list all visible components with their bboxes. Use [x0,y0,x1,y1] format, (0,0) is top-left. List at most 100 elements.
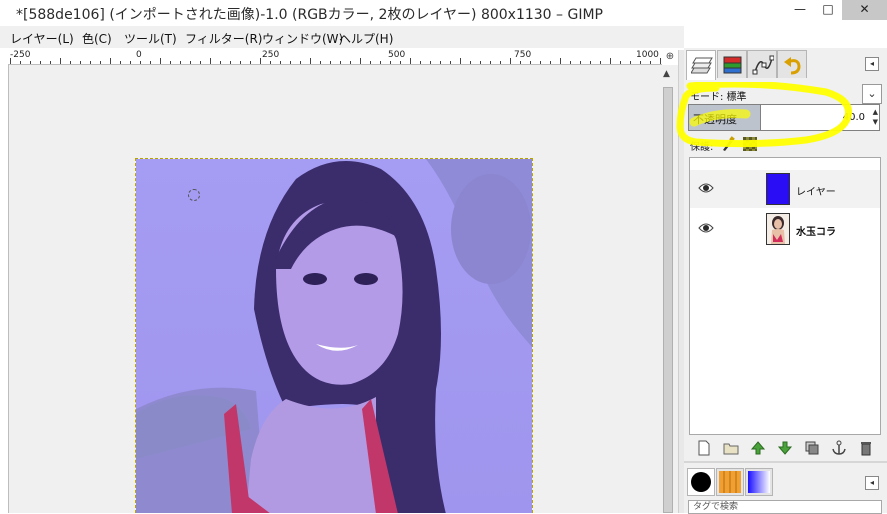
brushes-icon [691,472,711,492]
dock-tab-bar: ◂ [684,48,887,80]
menu-colors[interactable]: 色(C) [82,30,112,47]
close-button[interactable]: ✕ [842,0,887,20]
opacity-spinner-icon[interactable]: ▲ ▼ [873,107,878,127]
ruler-tick [620,61,621,64]
ruler-tick [40,61,41,64]
menu-layer[interactable]: レイヤー(L) [10,30,74,47]
lock-pixels-brush-icon[interactable] [720,136,736,152]
ruler-label: -250 [10,50,31,60]
tag-search-input[interactable]: タグで検索 [688,500,882,514]
eye-icon[interactable] [698,182,714,194]
eye-icon[interactable] [698,222,714,234]
ruler-tick [630,61,631,64]
ruler-tick [530,61,531,64]
tab-patterns[interactable] [716,468,744,496]
patterns-icon [719,471,741,493]
ruler-tick [370,61,371,64]
ruler-tick [10,58,11,64]
ruler-tick [340,61,341,64]
vertical-scrollbar[interactable]: ▲ [658,65,678,513]
menu-help[interactable]: ヘルプ(H) [339,30,393,47]
lock-alpha-icon[interactable] [743,137,757,151]
delete-layer-icon[interactable] [858,440,874,456]
ruler-tick [260,58,261,64]
navigate-icon[interactable]: ⊕ [664,50,676,63]
ruler-tick [350,61,351,64]
ruler-tick [550,61,551,64]
channels-icon [723,56,742,74]
ruler-tick [160,58,161,64]
layers-list: レイヤー 水玉コラ [689,157,881,435]
ruler-tick [590,61,591,64]
tab-brushes[interactable] [687,468,715,496]
ruler-tick [320,61,321,64]
maximize-button[interactable]: □ [814,0,842,20]
tab-channels[interactable] [717,50,747,78]
image-canvas[interactable] [135,158,533,513]
ruler-tick [400,61,401,64]
lower-layer-icon[interactable] [777,440,793,456]
ruler-tick [430,61,431,64]
mode-dropdown[interactable]: ⌄ [862,84,882,104]
ruler-label: 250 [262,50,280,60]
ruler-tick [610,58,611,64]
ruler-tick [150,61,151,64]
ruler-tick [460,58,461,64]
ruler-tick [470,61,471,64]
vertical-scroll-thumb[interactable] [663,87,673,513]
crosshair-cursor-icon [188,189,200,201]
ruler-label: 0 [136,50,142,60]
opacity-value[interactable]: 40.0 [843,112,865,123]
ruler-tick [600,61,601,64]
opacity-slider[interactable]: 不透明度 40.0 ▲ ▼ [688,104,880,131]
ruler-tick [240,61,241,64]
menu-filters[interactable]: フィルター(R) [185,30,262,47]
dock-divider[interactable] [684,461,887,463]
ruler-label: 1000 [636,50,659,60]
raise-layer-icon[interactable] [750,440,766,456]
dock-menu-button[interactable]: ◂ [865,57,879,71]
new-layer-icon[interactable] [696,440,712,456]
layers-dock: ◂ モード: 標準 ⌄ 不透明度 40.0 ▲ ▼ 保護: レイヤー 水玉コラ … [684,48,887,514]
ruler-tick [220,61,221,64]
layer-row[interactable]: 水玉コラ [690,210,880,248]
duplicate-layer-icon[interactable] [804,440,820,456]
ruler-corner [0,50,8,64]
new-layer-group-icon[interactable] [723,440,739,456]
menu-bar: レイヤー(L) 色(C) ツール(T) フィルター(R) ウィンドウ(W) ヘル… [0,26,684,48]
brush-dock-menu-button[interactable]: ◂ [865,476,879,490]
ruler-tick [80,61,81,64]
layer-thumbnail[interactable] [766,173,790,205]
window-title: *[588de106] (インポートされた画像)-1.0 (RGBカラー, 2枚… [16,7,603,23]
tab-layers[interactable] [686,50,716,80]
undo-history-icon [784,57,801,75]
ruler-tick [60,58,61,64]
tab-paths[interactable] [747,50,777,78]
tab-gradients[interactable] [745,468,773,496]
ruler-tick [490,61,491,64]
layer-name[interactable]: 水玉コラ [796,223,836,238]
ruler-tick [290,61,291,64]
vertical-ruler[interactable] [0,64,9,513]
menu-windows[interactable]: ウィンドウ(W) [262,30,343,47]
ruler-tick [580,61,581,64]
ruler-tick [310,58,311,64]
menu-tools[interactable]: ツール(T) [124,30,177,47]
horizontal-ruler[interactable]: -250 0 250 500 750 1000 [8,50,662,65]
layer-thumbnail[interactable] [766,213,790,245]
mode-label: モード: 標準 [690,92,747,103]
ruler-tick [50,61,51,64]
layer-name[interactable]: レイヤー [796,183,836,198]
opacity-label: 不透明度 [693,113,737,126]
lock-label: 保護: [690,142,714,153]
layer-row[interactable]: レイヤー [690,170,880,208]
brush-tab-bar: ◂ [684,466,887,498]
ruler-tick [180,61,181,64]
tab-undo-history[interactable] [777,50,807,78]
minimize-button[interactable]: — [786,0,814,20]
title-bar: *[588de106] (インポートされた画像)-1.0 (RGBカラー, 2枚… [0,0,887,26]
scroll-up-arrow-icon[interactable]: ▲ [663,69,670,79]
ruler-tick [450,61,451,64]
ruler-tick [300,61,301,64]
anchor-layer-icon[interactable] [831,440,847,456]
